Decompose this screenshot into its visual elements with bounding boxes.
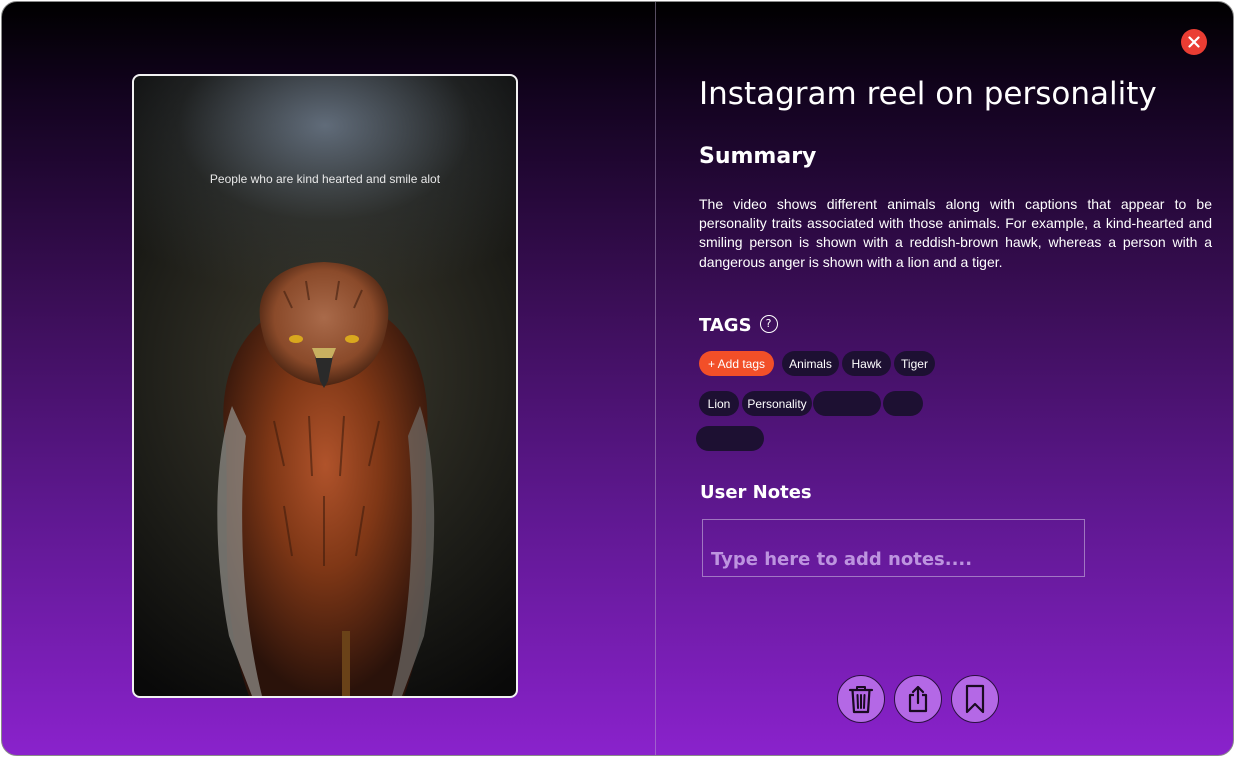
share-icon — [908, 685, 928, 713]
add-tags-button[interactable]: + Add tags — [699, 351, 774, 376]
tag-chip[interactable]: Hawk — [842, 351, 891, 376]
reel-detail-modal: People who are kind hearted and smile al… — [1, 1, 1234, 756]
reel-caption: People who are kind hearted and smile al… — [209, 172, 441, 186]
tag-chip[interactable]: Lion — [699, 391, 739, 416]
tag-chip-empty[interactable] — [813, 391, 881, 416]
help-icon[interactable]: ? — [759, 314, 778, 333]
summary-text: The video shows different animals along … — [699, 196, 1212, 270]
tag-chip[interactable]: Tiger — [894, 351, 935, 376]
tag-chip-empty[interactable] — [696, 426, 764, 451]
user-notes-input[interactable] — [702, 519, 1085, 577]
page-title: Instagram reel on personality — [699, 76, 1157, 112]
delete-button[interactable] — [837, 675, 885, 723]
tag-chip[interactable]: Animals — [782, 351, 839, 376]
tags-header: TAGS ? — [699, 314, 778, 336]
tags-heading: TAGS — [699, 315, 752, 336]
bookmark-button[interactable] — [951, 675, 999, 723]
close-icon — [1188, 36, 1200, 48]
bookmark-icon — [965, 684, 985, 714]
close-button[interactable] — [1181, 29, 1207, 55]
panel-divider — [655, 2, 656, 755]
share-button[interactable] — [894, 675, 942, 723]
trash-icon — [848, 686, 874, 714]
summary-heading: Summary — [699, 144, 817, 169]
tag-chip[interactable]: Personality — [742, 391, 812, 416]
hawk-image — [217, 262, 435, 696]
user-notes-heading: User Notes — [700, 482, 812, 503]
reel-preview[interactable]: People who are kind hearted and smile al… — [132, 74, 518, 698]
tag-chip-empty[interactable] — [883, 391, 923, 416]
